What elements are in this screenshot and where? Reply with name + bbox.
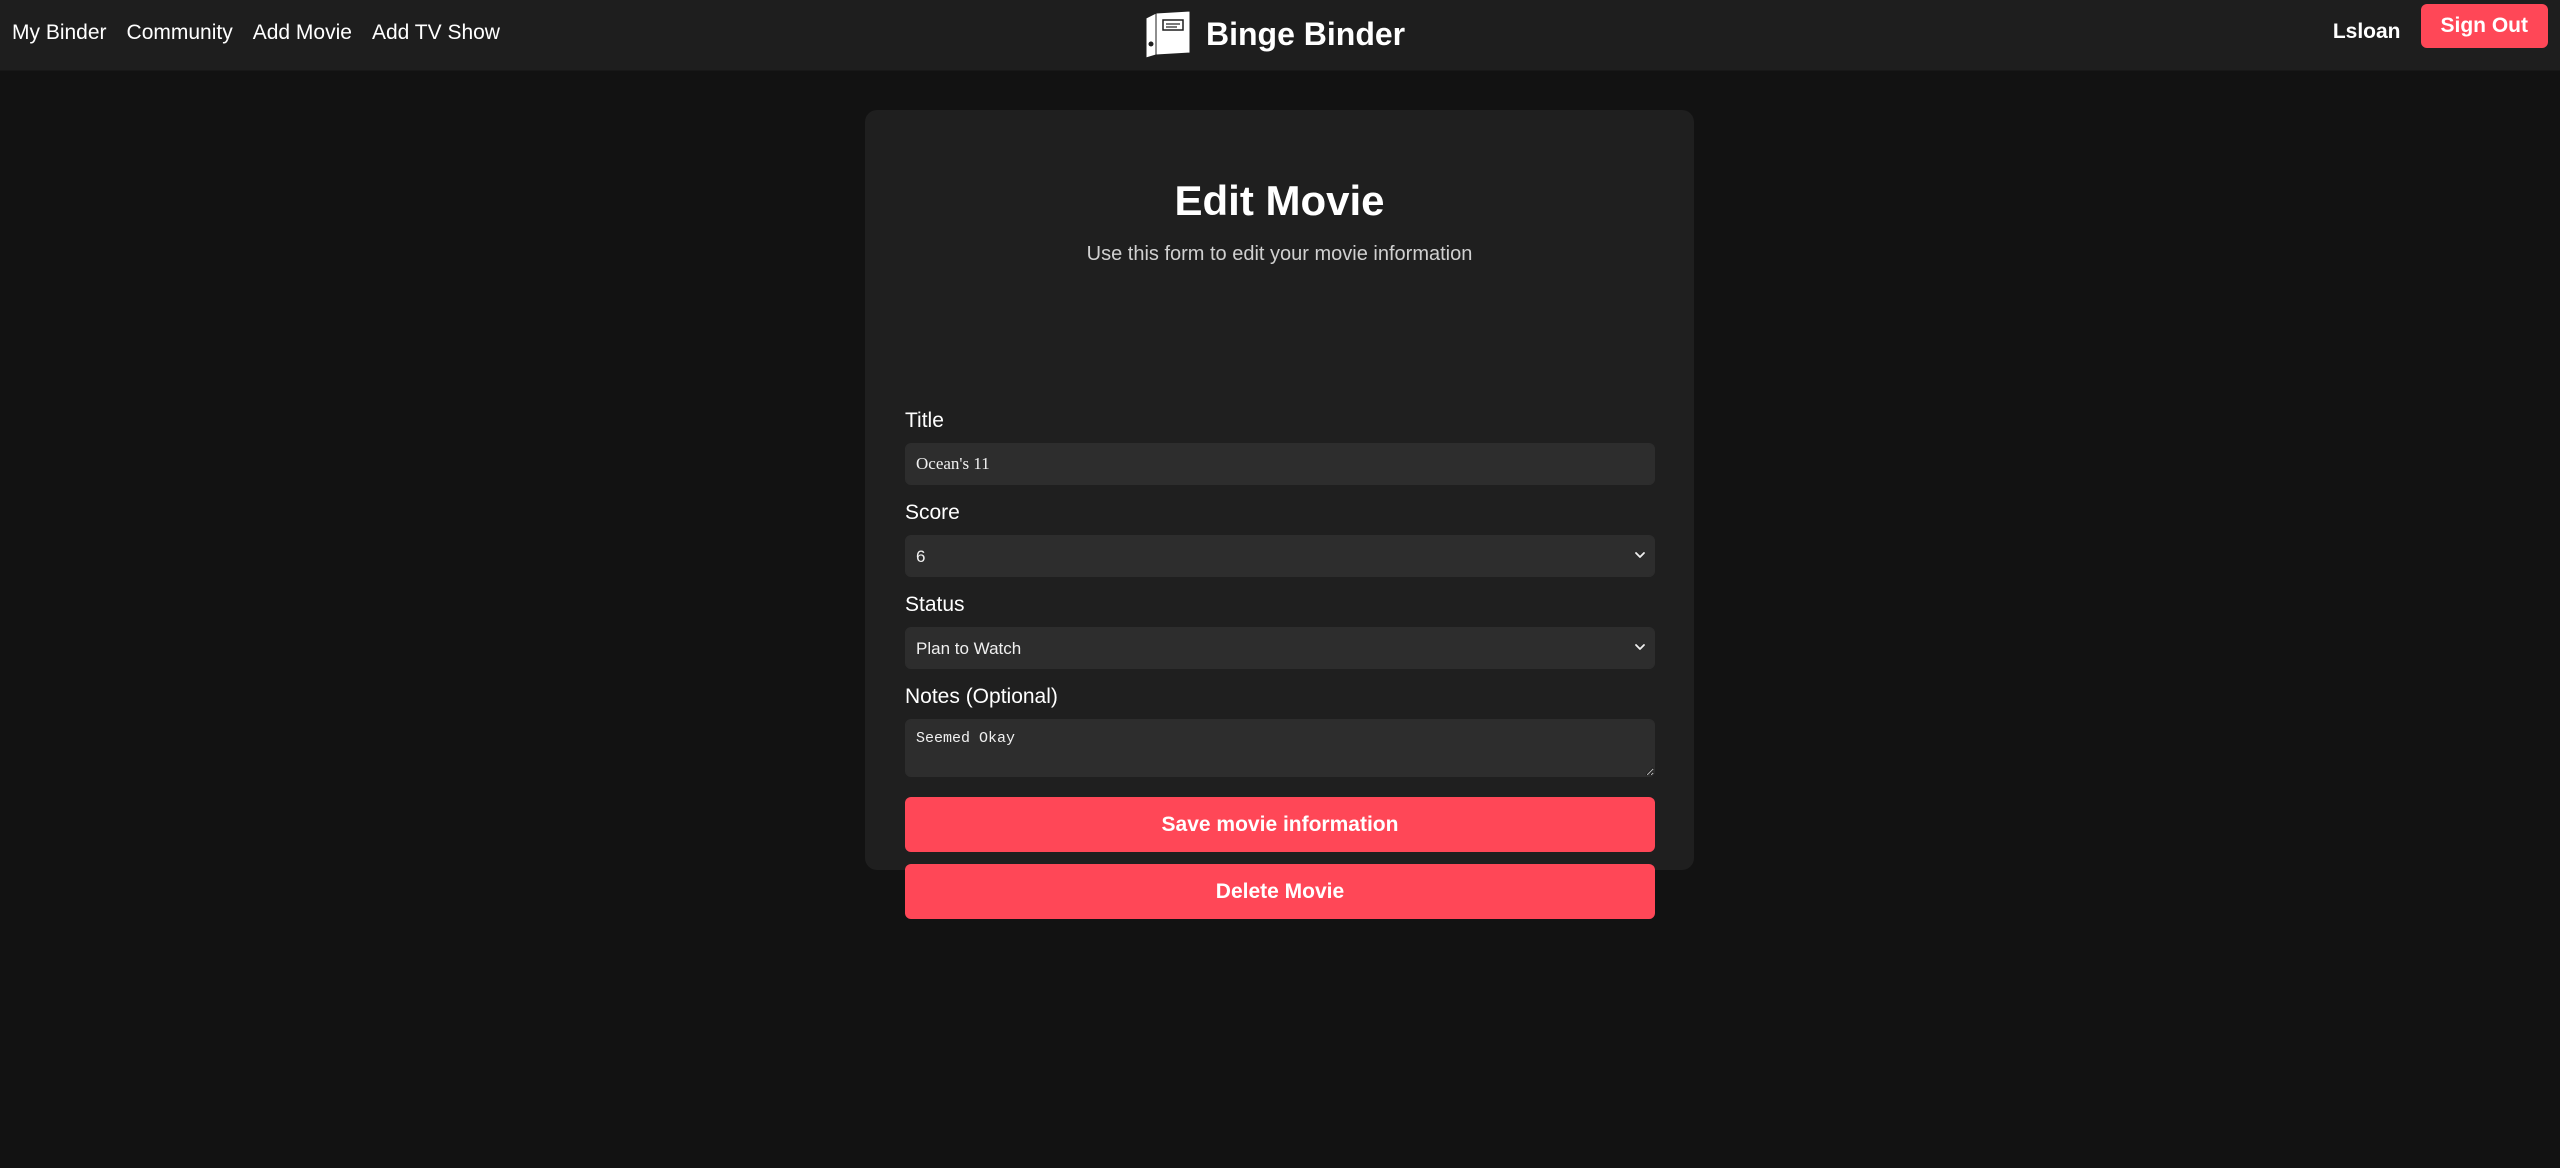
notes-label: Notes (Optional) xyxy=(905,685,1058,708)
brand-name: Binge Binder xyxy=(1206,15,1406,52)
username: Lsloan xyxy=(2332,20,2401,43)
nav-link-add-movie[interactable]: Add Movie xyxy=(253,21,352,45)
delete-movie-button[interactable]: Delete Movie xyxy=(905,864,1655,919)
score-label: Score xyxy=(905,501,960,524)
save-movie-button[interactable]: Save movie information xyxy=(905,797,1655,852)
top-navbar: My Binder Community Add Movie Add TV Sho… xyxy=(0,0,2560,70)
status-group: Status Plan to Watch xyxy=(905,594,1655,669)
nav-link-my-binder[interactable]: My Binder xyxy=(12,21,107,45)
brand-home-link[interactable]: Binge Binder xyxy=(1142,6,1405,62)
score-select[interactable]: 6 xyxy=(905,535,1655,577)
page-subtitle: Use this form to edit your movie informa… xyxy=(1086,243,1473,265)
title-group: Title xyxy=(905,410,1655,485)
title-input[interactable] xyxy=(905,443,1655,485)
score-group: Score 6 xyxy=(905,502,1655,577)
binder-icon xyxy=(1145,10,1191,59)
sign-out-button[interactable]: Sign Out xyxy=(2420,4,2548,48)
status-label: Status xyxy=(905,593,965,616)
nav-links: My Binder Community Add Movie Add TV Sho… xyxy=(12,0,500,66)
edit-movie-form: Title Score 6 Status Plan to Watch xyxy=(905,410,1655,919)
title-label: Title xyxy=(905,409,944,432)
edit-movie-card: Edit Movie Use this form to edit your mo… xyxy=(865,110,1694,919)
notes-group: Notes (Optional) Seemed Okay xyxy=(905,686,1655,777)
nav-user-area: Lsloan Sign Out xyxy=(2333,4,2548,48)
nav-link-add-tv-show[interactable]: Add TV Show xyxy=(372,21,500,45)
nav-link-community[interactable]: Community xyxy=(127,21,233,45)
notes-textarea[interactable]: Seemed Okay xyxy=(905,719,1655,777)
page-title: Edit Movie xyxy=(1174,177,1385,224)
status-select[interactable]: Plan to Watch xyxy=(905,627,1655,669)
